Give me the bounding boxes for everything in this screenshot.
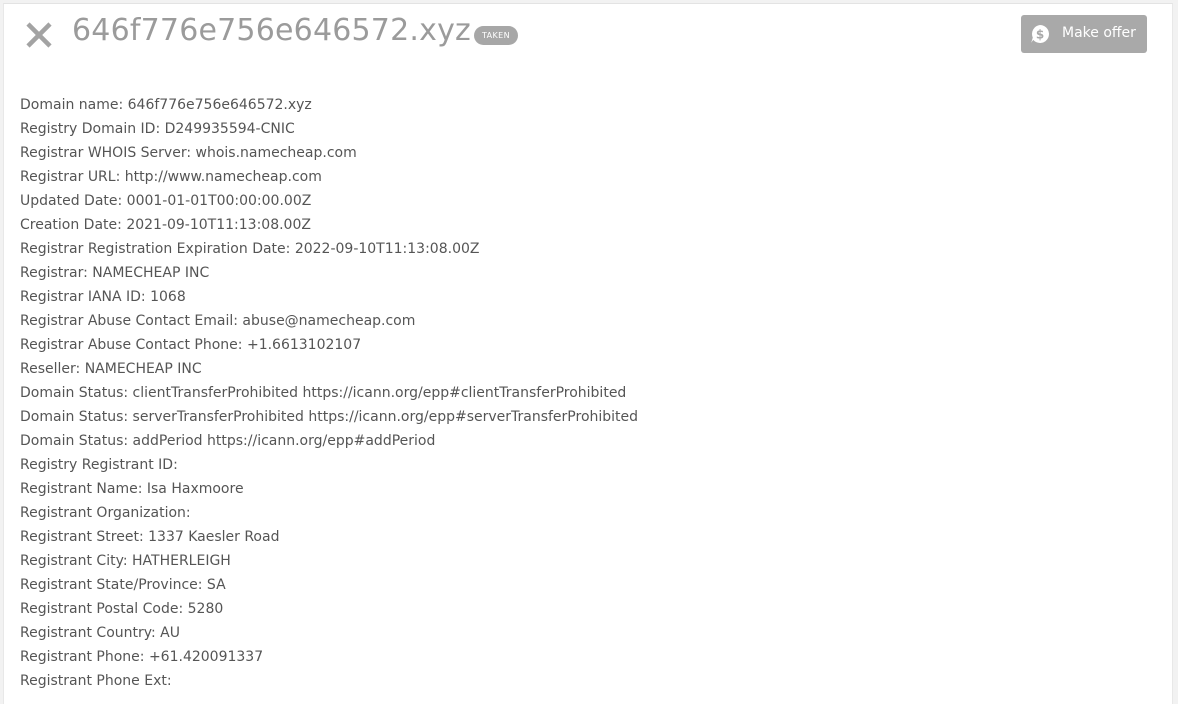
whois-line: Creation Date: 2021-09-10T11:13:08.00Z: [20, 217, 311, 233]
whois-line: Registrar URL: http://www.namecheap.com: [20, 169, 322, 185]
whois-panel: 646f776e756e646572.xyz TAKEN $ Make offe…: [3, 3, 1173, 704]
whois-line: Registrar: NAMECHEAP INC: [20, 265, 210, 281]
whois-line: Domain name: 646f776e756e646572.xyz: [20, 97, 312, 113]
whois-line: Registrar Abuse Contact Phone: +1.661310…: [20, 337, 362, 353]
whois-line: Registry Registrant ID:: [20, 457, 178, 473]
whois-line: Registrant Street: 1337 Kaesler Road: [20, 529, 280, 545]
whois-line: Registry Domain ID: D249935594-CNIC: [20, 121, 295, 137]
whois-line: Registrar Abuse Contact Email: abuse@nam…: [20, 313, 416, 329]
whois-line: Registrant State/Province: SA: [20, 577, 226, 593]
whois-line: Reseller: NAMECHEAP INC: [20, 361, 202, 377]
close-button[interactable]: [21, 17, 57, 53]
whois-line: Registrant Name: Isa Haxmoore: [20, 481, 244, 497]
dollar-circle-icon: $: [1031, 25, 1049, 43]
svg-text:$: $: [1036, 28, 1044, 42]
make-offer-label: Make offer: [1062, 25, 1136, 41]
whois-line: Registrant Phone Ext:: [20, 673, 172, 689]
whois-record-list: Domain name: 646f776e756e646572.xyz Regis…: [20, 93, 638, 693]
whois-line: Registrar WHOIS Server: whois.namecheap.…: [20, 145, 357, 161]
make-offer-button[interactable]: $ Make offer: [1021, 15, 1147, 53]
whois-line: Registrant Organization:: [20, 505, 191, 521]
whois-line: Registrar IANA ID: 1068: [20, 289, 186, 305]
whois-line: Registrant Postal Code: 5280: [20, 601, 224, 617]
whois-line: Registrant Country: AU: [20, 625, 181, 641]
whois-line: Updated Date: 0001-01-01T00:00:00.00Z: [20, 193, 312, 209]
whois-line: Domain Status: addPeriod https://icann.o…: [20, 433, 436, 449]
close-icon: [26, 22, 52, 48]
whois-line: Registrar Registration Expiration Date: …: [20, 241, 480, 257]
whois-line: Registrant Phone: +61.420091337: [20, 649, 264, 665]
whois-line: Domain Status: serverTransferProhibited …: [20, 409, 639, 425]
whois-line: Domain Status: clientTransferProhibited …: [20, 385, 627, 401]
status-badge: TAKEN: [474, 26, 519, 45]
panel-header: 646f776e756e646572.xyz TAKEN $ Make offe…: [4, 4, 1172, 66]
domain-title: 646f776e756e646572.xyz: [72, 13, 471, 48]
whois-line: Registrant City: HATHERLEIGH: [20, 553, 231, 569]
